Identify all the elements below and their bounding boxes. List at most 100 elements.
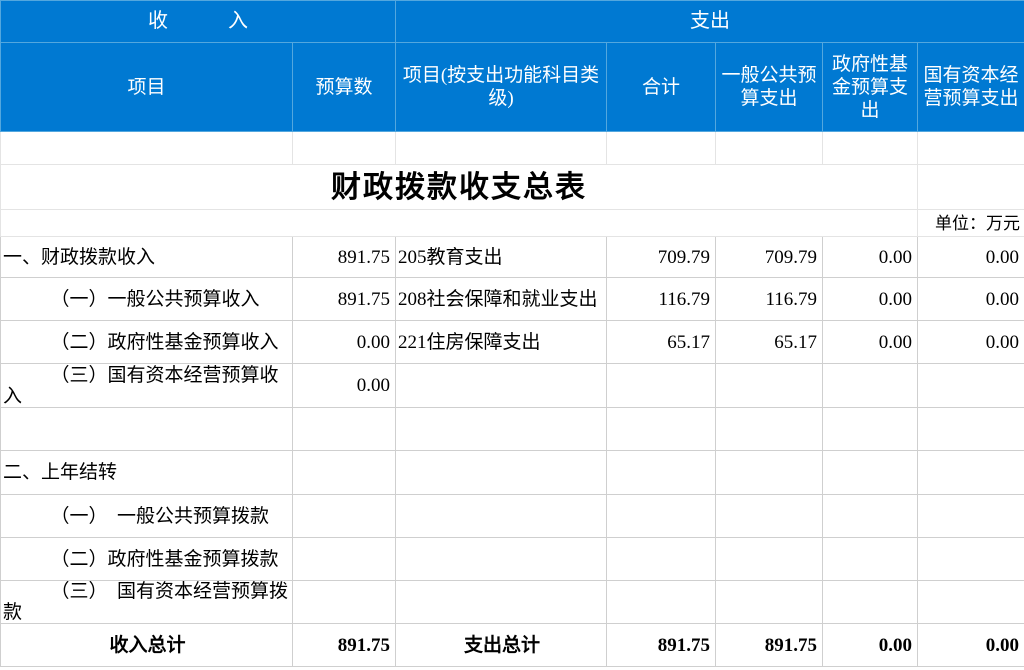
income-item-cell[interactable]: 二、上年结转 [1,451,293,495]
expense-item-cell[interactable] [396,364,607,408]
state-capital-expense-cell[interactable] [918,364,1024,408]
expense-item-cell[interactable] [396,538,607,581]
expense-total-cell[interactable] [607,538,716,581]
expense-total-cell[interactable]: 65.17 [607,321,716,364]
expense-item-cell[interactable]: 208社会保障和就业支出 [396,278,607,321]
table-header: 收 入 支出 项目 预算数 项目(按支出功能科目类级) 合计 一般公共预算支出 … [1,1,1024,132]
income-budget-cell[interactable] [293,451,396,495]
expense-total-cell[interactable] [607,495,716,538]
income-item-cell[interactable]: （一）一般公共预算收入 [1,278,293,321]
col-header-income-item[interactable]: 项目 [1,43,293,132]
empty-cell[interactable] [918,165,1024,210]
gov-fund-expense-cell[interactable]: 0.00 [823,237,918,278]
gov-fund-expense-cell[interactable]: 0.00 [823,278,918,321]
income-budget-cell[interactable] [293,538,396,581]
expense-total-cell[interactable] [607,451,716,495]
income-item-cell[interactable]: （三） 国有资本经营预算拨款 [1,581,293,624]
empty-cell[interactable] [607,132,716,165]
gov-fund-expense-cell[interactable] [823,408,918,451]
expense-total-label-cell[interactable]: 支出总计 [396,624,607,667]
unit-row: 单位：万元 [1,210,1024,237]
expense-total-cell[interactable] [607,581,716,624]
expense-item-cell[interactable] [396,451,607,495]
general-budget-expense-cell[interactable] [716,538,823,581]
empty-cell[interactable] [1,210,918,237]
gov-fund-expense-cell[interactable] [823,581,918,624]
state-capital-total-cell[interactable]: 0.00 [918,624,1024,667]
expense-total-cell[interactable]: 709.79 [607,237,716,278]
empty-cell[interactable] [293,132,396,165]
income-item-cell[interactable]: （一） 一般公共预算拨款 [1,495,293,538]
gov-fund-expense-cell[interactable] [823,538,918,581]
income-budget-cell[interactable]: 0.00 [293,364,396,408]
expense-grand-total-cell[interactable]: 891.75 [607,624,716,667]
expense-item-cell[interactable]: 221住房保障支出 [396,321,607,364]
col-header-expense-item[interactable]: 项目(按支出功能科目类级) [396,43,607,132]
state-capital-expense-cell[interactable]: 0.00 [918,237,1024,278]
expense-total-cell[interactable] [607,408,716,451]
top-area: 财政拨款收支总表 单位：万元 [1,132,1024,237]
totals-row: 收入总计 891.75 支出总计 891.75 891.75 0.00 0.00 [1,624,1024,667]
state-capital-expense-cell[interactable] [918,451,1024,495]
general-budget-expense-cell[interactable] [716,495,823,538]
income-budget-cell[interactable] [293,408,396,451]
page-title[interactable]: 财政拨款收支总表 [1,165,918,210]
col-header-total[interactable]: 合计 [607,43,716,132]
gov-fund-expense-cell[interactable] [823,451,918,495]
state-capital-expense-cell[interactable] [918,408,1024,451]
gov-fund-total-cell[interactable]: 0.00 [823,624,918,667]
col-header-state-capital[interactable]: 国有资本经营预算支出 [918,43,1024,132]
col-header-budget[interactable]: 预算数 [293,43,396,132]
general-budget-total-cell[interactable]: 891.75 [716,624,823,667]
empty-cell[interactable] [396,132,607,165]
income-total-label-cell[interactable]: 收入总计 [1,624,293,667]
expense-item-cell[interactable]: 205教育支出 [396,237,607,278]
income-total-cell[interactable]: 891.75 [293,624,396,667]
empty-cell[interactable] [918,132,1024,165]
income-item-cell[interactable] [1,408,293,451]
gov-fund-expense-cell[interactable] [823,495,918,538]
general-budget-expense-cell[interactable]: 709.79 [716,237,823,278]
income-budget-cell[interactable]: 0.00 [293,321,396,364]
state-capital-expense-cell[interactable] [918,538,1024,581]
general-budget-expense-cell[interactable] [716,408,823,451]
table-row: （一） 一般公共预算拨款 [1,495,1024,538]
gov-fund-expense-cell[interactable]: 0.00 [823,321,918,364]
empty-cell[interactable] [823,132,918,165]
unit-note[interactable]: 单位：万元 [918,210,1024,237]
state-capital-expense-cell[interactable]: 0.00 [918,321,1024,364]
gov-fund-expense-cell[interactable] [823,364,918,408]
income-budget-cell[interactable]: 891.75 [293,237,396,278]
income-item-cell[interactable]: （三）国有资本经营预算收入 [1,364,293,408]
general-budget-expense-cell[interactable] [716,451,823,495]
expense-total-cell[interactable]: 116.79 [607,278,716,321]
income-item-cell[interactable]: 一、财政拨款收入 [1,237,293,278]
col-header-gov-fund[interactable]: 政府性基金预算支出 [823,43,918,132]
income-budget-cell[interactable] [293,581,396,624]
general-budget-expense-cell[interactable]: 65.17 [716,321,823,364]
general-budget-expense-cell[interactable]: 116.79 [716,278,823,321]
general-budget-expense-cell[interactable] [716,581,823,624]
expense-item-cell[interactable] [396,581,607,624]
expenditure-section-header[interactable]: 支出 [396,1,1024,43]
group-header-row: 收 入 支出 [1,1,1024,43]
col-header-general-budget[interactable]: 一般公共预算支出 [716,43,823,132]
empty-cell[interactable] [1,132,293,165]
table-row: （三）国有资本经营预算收入 0.00 [1,364,1024,408]
title-row: 财政拨款收支总表 [1,165,1024,210]
expense-total-cell[interactable] [607,364,716,408]
expense-item-cell[interactable] [396,408,607,451]
income-budget-cell[interactable] [293,495,396,538]
state-capital-expense-cell[interactable]: 0.00 [918,278,1024,321]
expense-item-cell[interactable] [396,495,607,538]
income-item-cell[interactable]: （二）政府性基金预算拨款 [1,538,293,581]
table-row: （二）政府性基金预算拨款 [1,538,1024,581]
empty-cell[interactable] [716,132,823,165]
state-capital-expense-cell[interactable] [918,495,1024,538]
table-row: 二、上年结转 [1,451,1024,495]
state-capital-expense-cell[interactable] [918,581,1024,624]
income-item-cell[interactable]: （二）政府性基金预算收入 [1,321,293,364]
income-budget-cell[interactable]: 891.75 [293,278,396,321]
general-budget-expense-cell[interactable] [716,364,823,408]
income-section-header[interactable]: 收 入 [1,1,396,43]
